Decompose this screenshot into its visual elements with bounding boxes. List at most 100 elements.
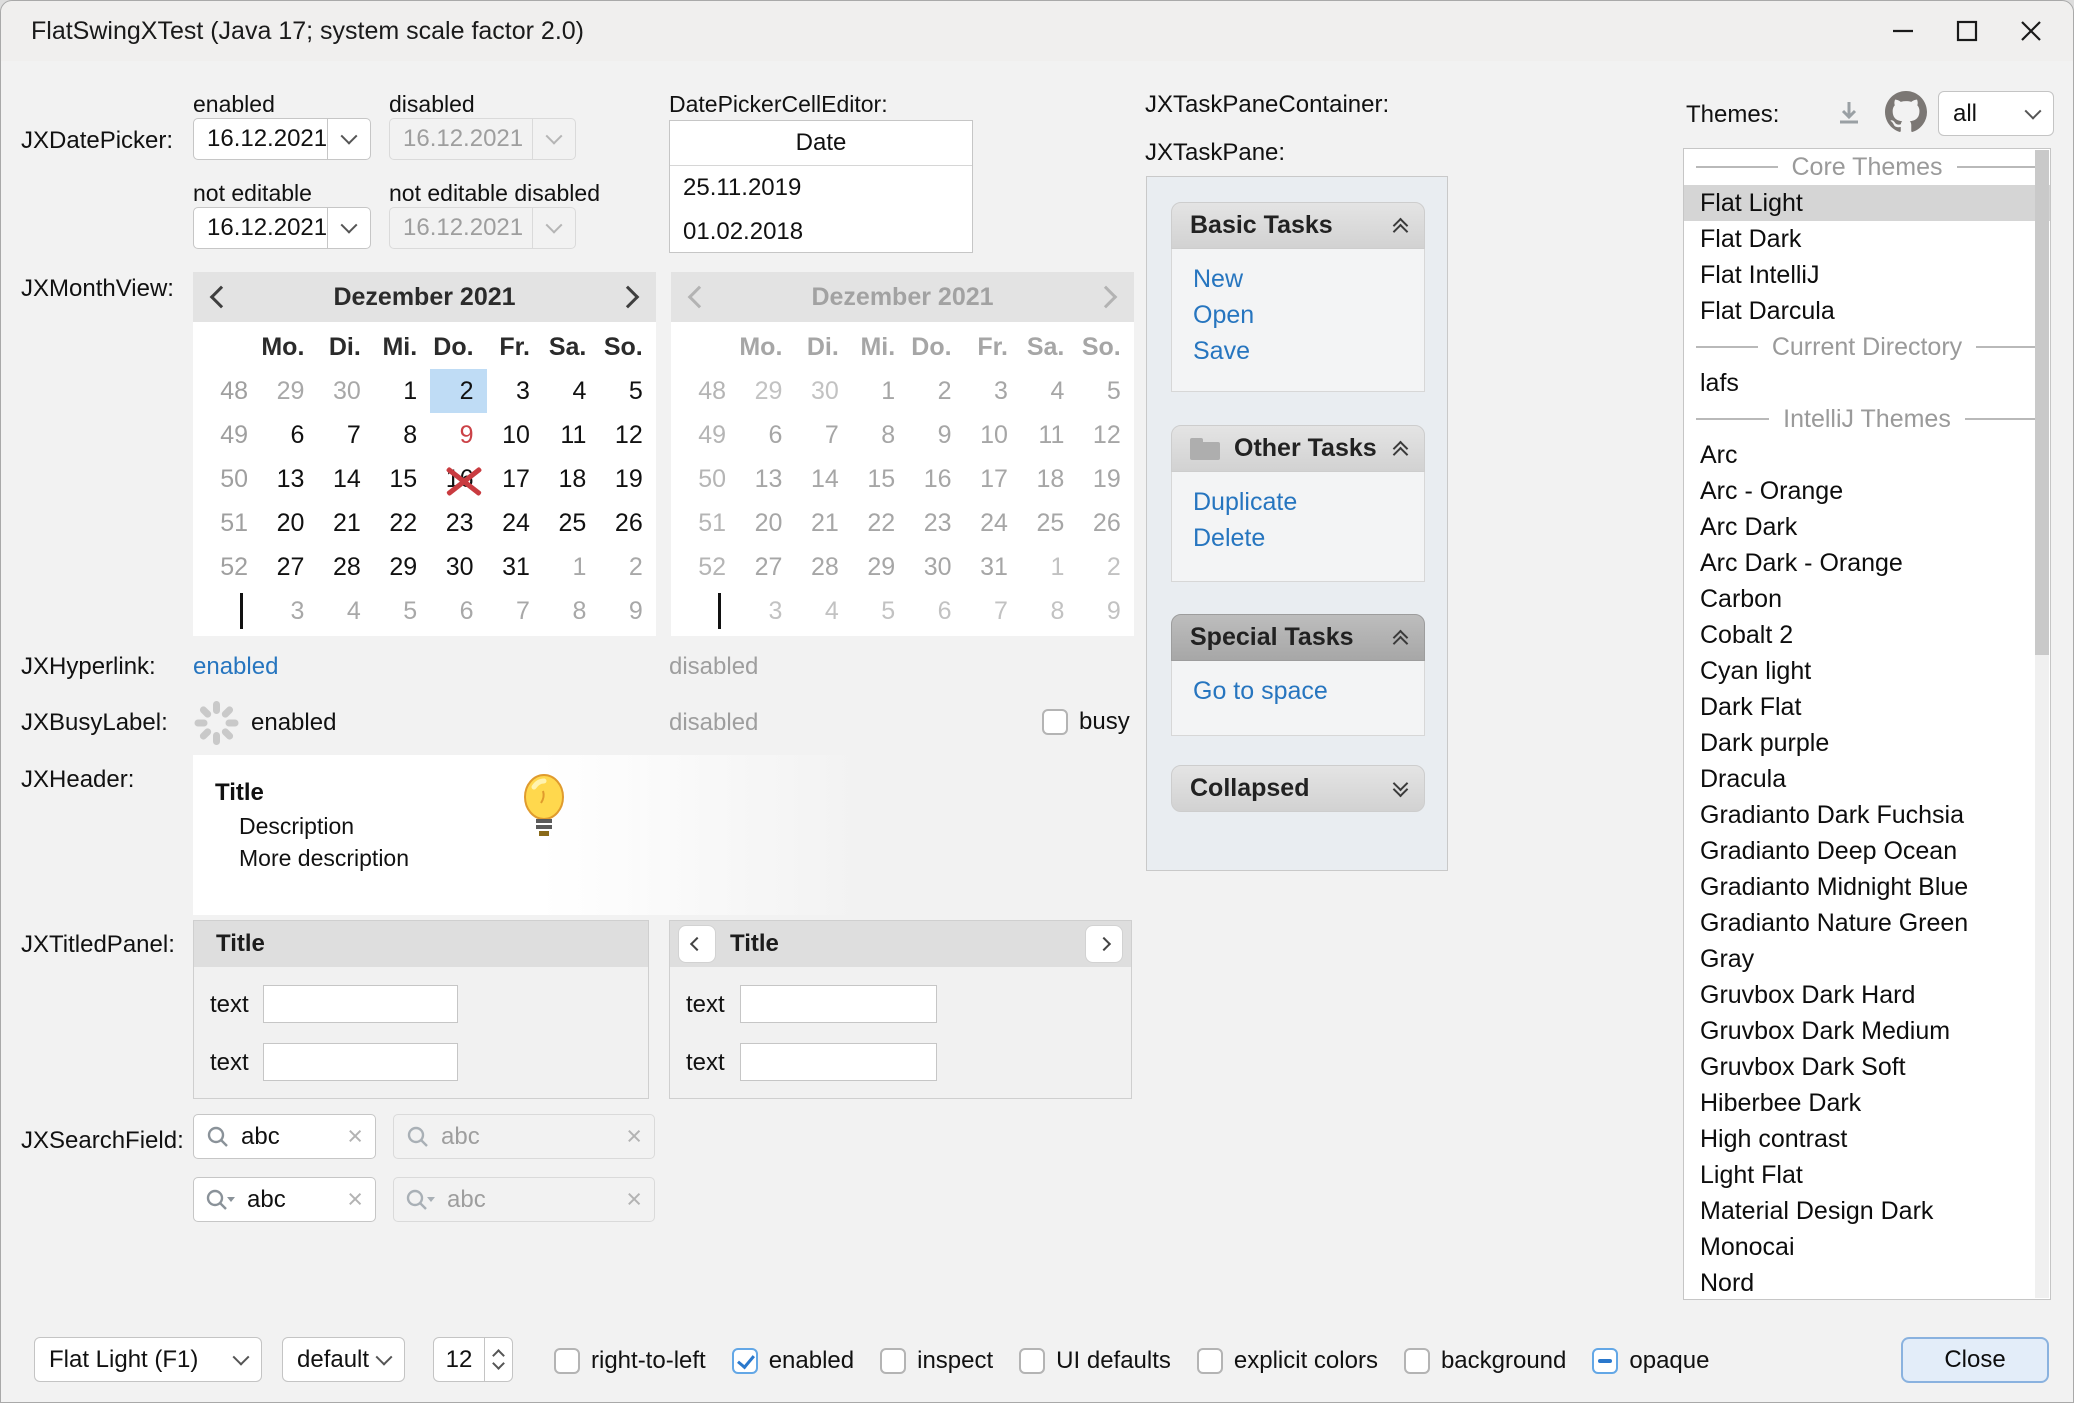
taskpane-header[interactable]: Special Tasks — [1171, 614, 1425, 661]
theme-item[interactable]: Arc - Orange — [1684, 473, 2050, 509]
clear-icon[interactable]: × — [347, 1123, 363, 1150]
unchecked-checkbox[interactable] — [880, 1348, 906, 1374]
day-cell[interactable]: 29 — [261, 369, 317, 413]
datepicker-value[interactable]: 16.12.2021 — [194, 214, 327, 242]
day-cell[interactable]: 1 — [543, 545, 599, 589]
close-window-button[interactable] — [1999, 1, 2063, 61]
checkbox-item-right-to-left[interactable]: right-to-left — [554, 1347, 706, 1375]
monthview-enabled[interactable]: Dezember 2021 Mo.Di.Mi.Do.Fr.Sa.So.48293… — [193, 272, 656, 636]
theme-item[interactable]: Flat Light — [1684, 185, 2050, 221]
celleditor-table[interactable]: Date 25.11.2019 01.02.2018 — [669, 120, 973, 253]
hyperlink-enabled[interactable]: enabled — [193, 653, 278, 681]
day-cell[interactable]: 5 — [374, 589, 430, 633]
busy-checkbox[interactable] — [1042, 709, 1068, 735]
indeterminate-checkbox[interactable] — [1592, 1348, 1618, 1374]
theme-item[interactable]: Gray — [1684, 941, 2050, 977]
day-cell[interactable]: 12 — [599, 413, 655, 457]
datepicker-not-editable[interactable]: 16.12.2021 — [193, 207, 371, 249]
task-link[interactable]: New — [1193, 261, 1424, 297]
theme-item[interactable]: Dark purple — [1684, 725, 2050, 761]
day-cell[interactable]: 2 — [599, 545, 655, 589]
checkbox-item-enabled[interactable]: enabled — [732, 1347, 854, 1375]
unchecked-checkbox[interactable] — [554, 1348, 580, 1374]
theme-item[interactable]: Carbon — [1684, 581, 2050, 617]
theme-item[interactable]: High contrast — [1684, 1121, 2050, 1157]
collapse-icon[interactable] — [1395, 443, 1406, 455]
day-cell[interactable]: 24 — [487, 501, 543, 545]
day-cell[interactable]: 16 — [430, 457, 486, 501]
text-input[interactable] — [263, 1043, 458, 1081]
theme-item[interactable]: Gruvbox Dark Medium — [1684, 1013, 2050, 1049]
checked-checkbox[interactable] — [732, 1348, 758, 1374]
searchfield-enabled[interactable]: abc × — [193, 1114, 376, 1159]
day-cell[interactable]: 17 — [487, 457, 543, 501]
font-size-spinner[interactable]: 12 — [433, 1337, 513, 1382]
day-cell[interactable]: 23 — [430, 501, 486, 545]
text-input[interactable] — [740, 1043, 937, 1081]
titledpanel-prev-button[interactable] — [678, 925, 716, 963]
search-input[interactable]: abc — [241, 1123, 336, 1151]
day-cell[interactable]: 7 — [487, 589, 543, 633]
datepicker-dropdown-button[interactable] — [327, 208, 370, 248]
theme-item[interactable]: Flat Darcula — [1684, 293, 2050, 329]
theme-item[interactable]: Nord — [1684, 1265, 2050, 1300]
day-cell[interactable]: 5 — [599, 369, 655, 413]
theme-item[interactable]: Gradianto Deep Ocean — [1684, 833, 2050, 869]
day-cell[interactable]: 9 — [599, 589, 655, 633]
day-cell[interactable]: 28 — [317, 545, 373, 589]
busy-checkbox-item[interactable]: busy — [1042, 708, 1130, 736]
datepicker-value[interactable]: 16.12.2021 — [194, 125, 327, 153]
theme-item[interactable]: Arc — [1684, 437, 2050, 473]
expand-icon[interactable] — [1395, 783, 1406, 795]
day-cell[interactable]: 8 — [543, 589, 599, 633]
laf-combo[interactable]: Flat Light (F1) — [34, 1337, 262, 1382]
minimize-button[interactable] — [1871, 1, 1935, 61]
close-button[interactable]: Close — [1901, 1337, 2049, 1383]
day-cell[interactable]: 3 — [487, 369, 543, 413]
day-cell[interactable]: 13 — [261, 457, 317, 501]
table-row[interactable]: 25.11.2019 — [670, 166, 972, 210]
spinner-buttons[interactable] — [484, 1338, 512, 1381]
theme-item[interactable]: Gruvbox Dark Soft — [1684, 1049, 2050, 1085]
day-cell[interactable]: 8 — [374, 413, 430, 457]
task-link[interactable]: Save — [1193, 333, 1424, 369]
task-link[interactable]: Duplicate — [1193, 484, 1424, 520]
day-cell[interactable]: 20 — [261, 501, 317, 545]
datepicker-dropdown-button[interactable] — [327, 119, 370, 159]
day-cell[interactable]: 6 — [430, 589, 486, 633]
datepicker-enabled[interactable]: 16.12.2021 — [193, 118, 371, 160]
clear-icon[interactable]: × — [347, 1186, 363, 1213]
searchfield-dropdown-enabled[interactable]: abc × — [193, 1177, 376, 1222]
day-cell[interactable]: 25 — [543, 501, 599, 545]
theme-item[interactable]: Gradianto Dark Fuchsia — [1684, 797, 2050, 833]
theme-item[interactable]: Arc Dark - Orange — [1684, 545, 2050, 581]
theme-item[interactable]: Arc Dark — [1684, 509, 2050, 545]
day-cell[interactable]: 18 — [543, 457, 599, 501]
unchecked-checkbox[interactable] — [1019, 1348, 1045, 1374]
theme-item[interactable]: Cyan light — [1684, 653, 2050, 689]
titledpanel-next-button[interactable] — [1085, 925, 1123, 963]
day-cell[interactable]: 6 — [261, 413, 317, 457]
task-link[interactable]: Delete — [1193, 520, 1424, 556]
theme-item[interactable]: Cobalt 2 — [1684, 617, 2050, 653]
day-cell[interactable]: 7 — [317, 413, 373, 457]
theme-item[interactable]: Flat IntelliJ — [1684, 257, 2050, 293]
theme-item[interactable]: Light Flat — [1684, 1157, 2050, 1193]
theme-item[interactable]: lafs — [1684, 365, 2050, 401]
github-icon[interactable] — [1885, 91, 1927, 138]
day-cell[interactable]: 10 — [487, 413, 543, 457]
day-cell[interactable]: 21 — [317, 501, 373, 545]
day-cell[interactable]: 19 — [599, 457, 655, 501]
checkbox-item-ui-defaults[interactable]: UI defaults — [1019, 1347, 1171, 1375]
theme-item[interactable]: Material Design Dark — [1684, 1193, 2050, 1229]
task-link[interactable]: Go to space — [1193, 673, 1424, 709]
themes-scrollbar[interactable] — [2035, 150, 2049, 1298]
text-input[interactable] — [740, 985, 937, 1023]
download-icon[interactable] — [1833, 97, 1865, 134]
day-cell[interactable]: 1 — [374, 369, 430, 413]
search-input[interactable]: abc — [247, 1186, 336, 1214]
theme-item[interactable]: Gradianto Nature Green — [1684, 905, 2050, 941]
day-cell[interactable]: 9 — [430, 413, 486, 457]
day-cell[interactable]: 27 — [261, 545, 317, 589]
theme-item[interactable]: Dark Flat — [1684, 689, 2050, 725]
